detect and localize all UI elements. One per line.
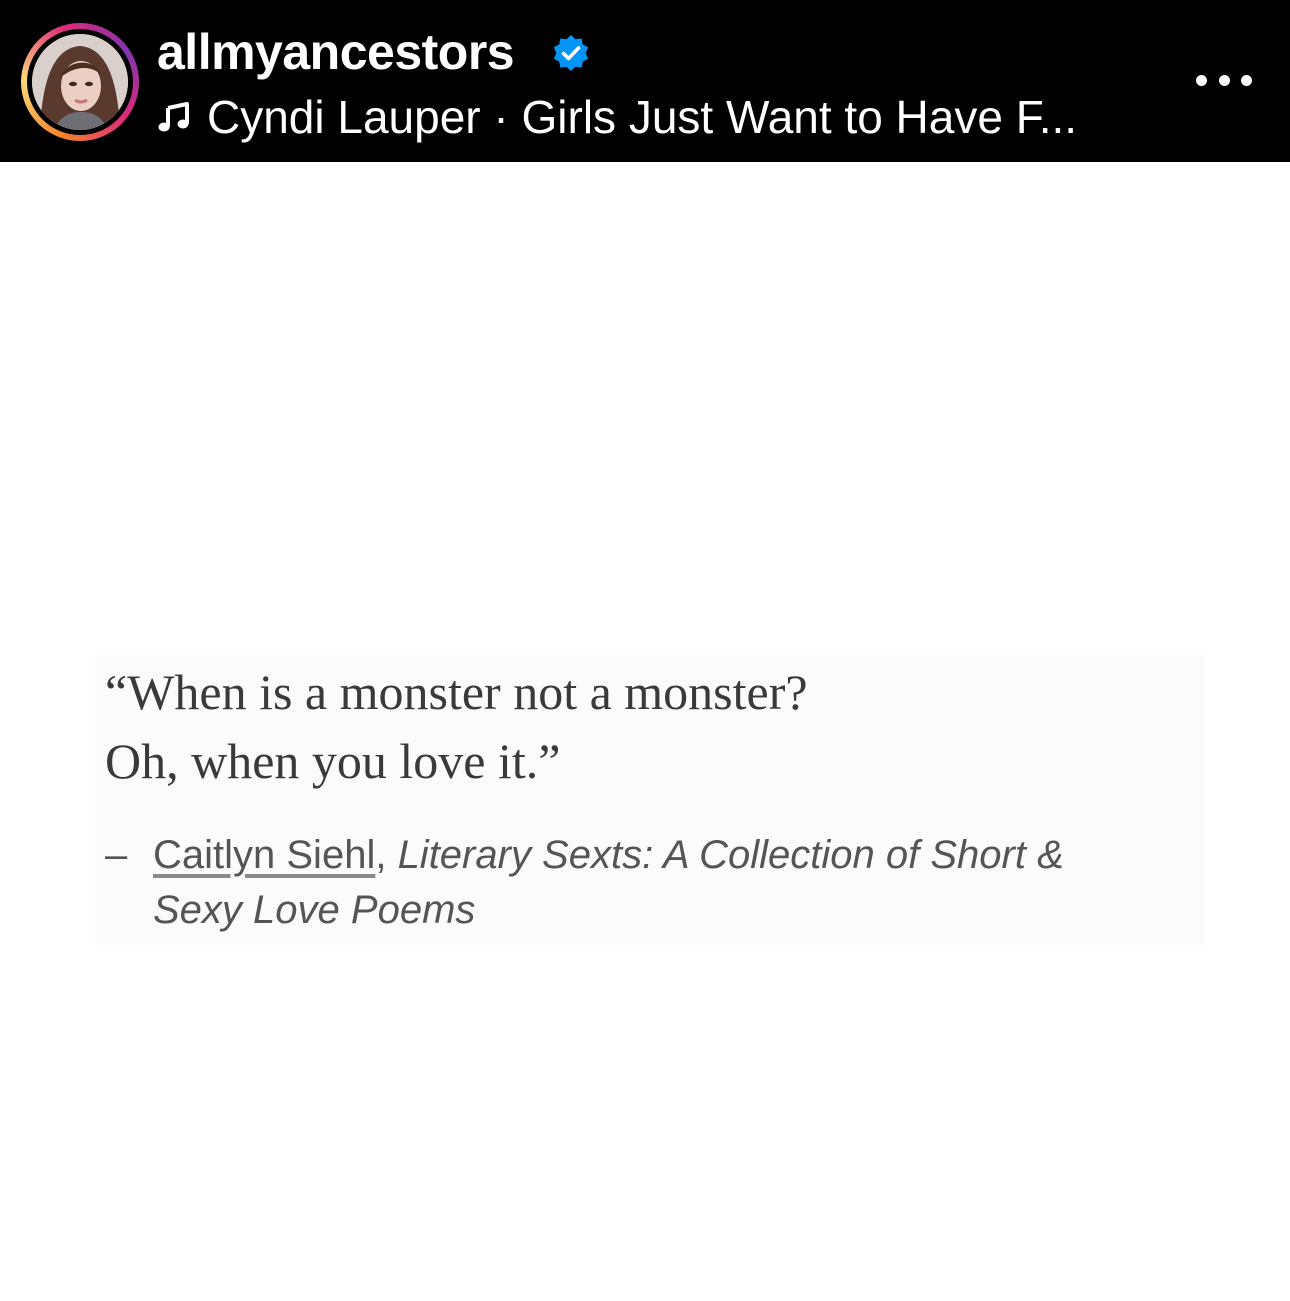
quote-line-1: “When is a monster not a monster? — [105, 664, 808, 720]
more-options-icon — [1218, 74, 1230, 86]
audio-artist: Cyndi Lauper — [207, 91, 481, 143]
verified-badge-icon — [553, 35, 589, 71]
author-name: Caitlyn Siehl — [153, 833, 376, 877]
post-header: allmyancestors Cyndi Lauper · Girls Just… — [0, 0, 1290, 162]
quote-line-2: Oh, when you love it.” — [105, 733, 561, 789]
audio-attribution[interactable]: Cyndi Lauper · Girls Just Want to Have F… — [157, 88, 1077, 146]
more-options-icon — [1241, 74, 1252, 86]
book-title-line-1: Literary Sexts: A Collection of Short & — [397, 833, 1064, 877]
avatar-photo — [32, 34, 128, 130]
more-options-button[interactable] — [1196, 66, 1252, 94]
audio-separator: · — [480, 91, 522, 143]
avatar[interactable] — [32, 34, 128, 130]
author-separator: , — [375, 833, 398, 877]
attribution-dash: – — [105, 833, 128, 877]
story-ring[interactable] — [21, 23, 139, 141]
quote-attribution: – Caitlyn Siehl, Literary Sexts: A Collec… — [105, 828, 1064, 883]
audio-track: Girls Just Want to Have F... — [521, 91, 1078, 143]
more-options-icon — [1196, 74, 1207, 86]
book-title-line-2: Sexy Love Poems — [153, 888, 476, 932]
music-note-icon — [158, 102, 189, 132]
username[interactable]: allmyancestors — [157, 22, 515, 82]
